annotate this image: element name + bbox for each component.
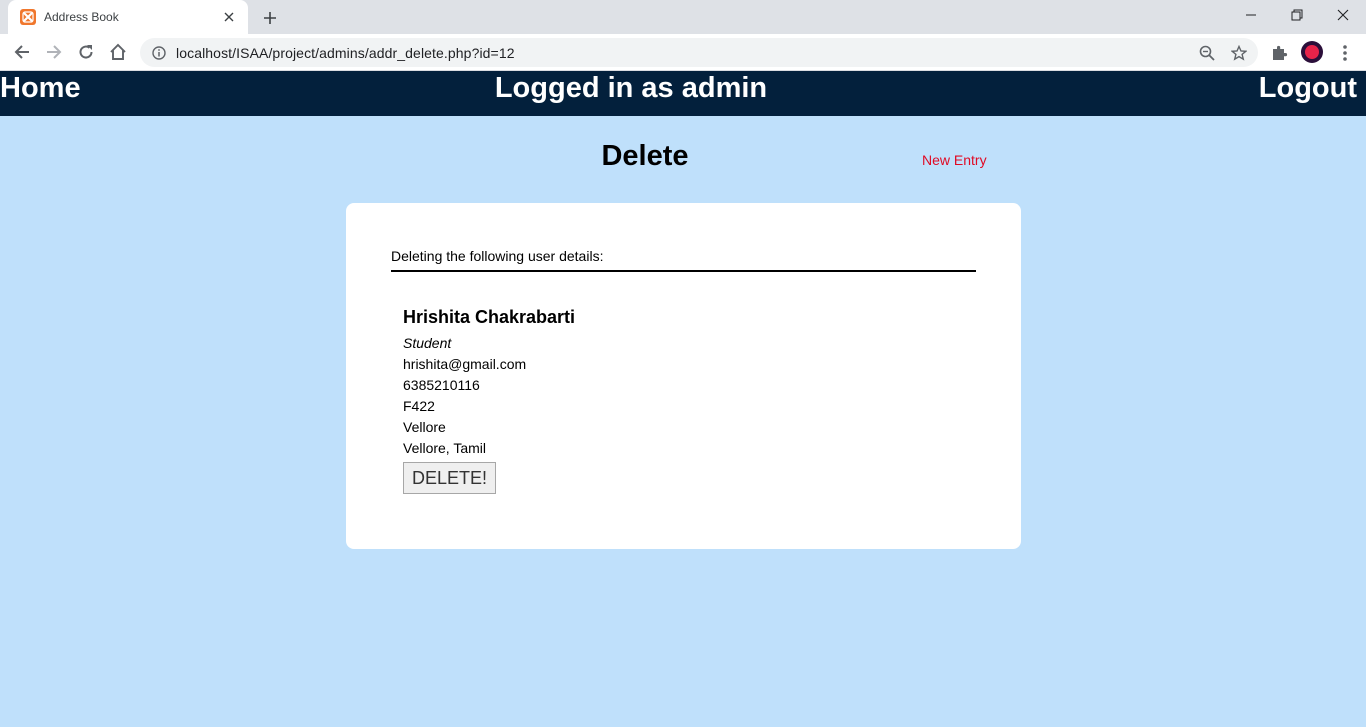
contact-name: Hrishita Chakrabarti: [403, 307, 576, 327]
address-bar[interactable]: localhost/ISAA/project/admins/addr_delet…: [140, 38, 1258, 67]
window-close-icon[interactable]: [1320, 0, 1366, 30]
top-navbar: Home Logged in as admin Logout: [0, 71, 1366, 116]
forward-arrow-icon[interactable]: [40, 38, 68, 66]
profile-avatar-icon: [1305, 45, 1319, 59]
extensions-puzzle-icon[interactable]: [1268, 42, 1290, 64]
login-status: Logged in as admin: [494, 72, 768, 104]
tab-title: Address Book: [44, 10, 119, 24]
contact-details: Hrishita Chakrabarti Student hrishita@gm…: [403, 307, 575, 494]
url-text: localhost/ISAA/project/admins/addr_delet…: [176, 44, 515, 61]
contact-role: Student: [403, 335, 452, 351]
delete-card: Deleting the following user details: Hri…: [346, 203, 1021, 549]
profile-avatar[interactable]: [1301, 41, 1323, 63]
site-info-icon[interactable]: [152, 45, 166, 60]
delete-button[interactable]: DELETE!: [403, 462, 497, 494]
browser-tab[interactable]: Address Book: [8, 0, 248, 34]
page-title: Delete: [601, 140, 689, 172]
browser-toolbar: localhost/ISAA/project/admins/addr_delet…: [0, 34, 1366, 71]
browser-tabstrip: Address Book: [0, 0, 1366, 34]
browser-menu-icon[interactable]: [1334, 42, 1356, 64]
back-arrow-icon[interactable]: [8, 38, 36, 66]
contact-address-line2: Vellore: [403, 419, 446, 435]
bookmark-star-icon[interactable]: [1230, 44, 1248, 62]
delete-intro-text: Deleting the following user details:: [391, 248, 976, 272]
home-icon[interactable]: [104, 38, 132, 66]
contact-address-line3: Vellore, Tamil: [403, 440, 487, 456]
zoom-icon[interactable]: [1198, 44, 1216, 62]
contact-phone: 6385210116: [403, 377, 480, 393]
contact-address-line1: F422: [403, 398, 435, 414]
minimize-icon[interactable]: [1228, 0, 1274, 30]
contact-email: hrishita@gmail.com: [403, 356, 527, 372]
logout-link[interactable]: Logout: [1259, 71, 1357, 116]
xampp-favicon-icon: [20, 9, 36, 25]
new-tab-icon[interactable]: [258, 6, 282, 30]
close-tab-icon[interactable]: [220, 8, 238, 26]
restore-icon[interactable]: [1274, 0, 1320, 30]
new-entry-link[interactable]: New Entry: [922, 152, 987, 168]
reload-icon[interactable]: [72, 38, 100, 66]
